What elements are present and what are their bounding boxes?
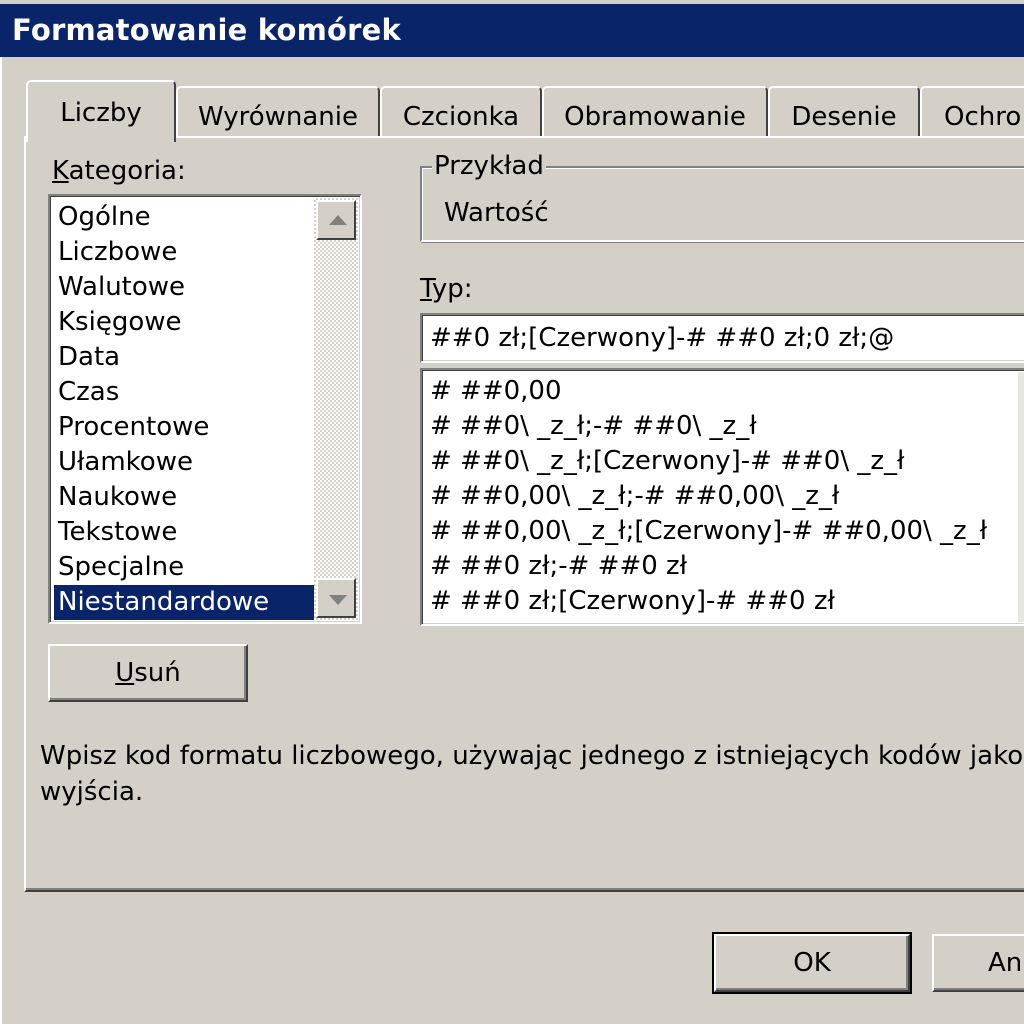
- tab-obramowanie[interactable]: Obramowanie: [542, 86, 768, 138]
- list-item[interactable]: # ##0 zł;-# ##0 zł: [430, 549, 687, 584]
- ok-button[interactable]: OK: [712, 932, 912, 994]
- arrow-up-icon: [329, 215, 347, 225]
- type-listbox[interactable]: # ##0,00 # ##0\ _z_ł;-# ##0\ _z_ł # ##0\…: [420, 368, 1024, 626]
- category-scrollbar[interactable]: [314, 198, 358, 620]
- sample-groupbox: Przykład Wartość: [420, 151, 1024, 242]
- tab-label: Ochro: [944, 102, 1022, 132]
- list-item[interactable]: Naukowe: [54, 480, 316, 515]
- list-item-selected[interactable]: Niestandardowe: [54, 585, 316, 620]
- sample-value: Wartość: [444, 198, 549, 228]
- list-item[interactable]: # ##0,00\ _z_ł;[Czerwony]-# ##0,00\ _z_ł: [430, 514, 987, 549]
- list-item[interactable]: Specjalne: [54, 550, 316, 585]
- category-label: Kategoria:: [52, 156, 186, 186]
- scroll-down-button[interactable]: [316, 578, 356, 618]
- category-listbox[interactable]: Ogólne Liczbowe Walutowe Księgowe Data C…: [48, 194, 362, 624]
- list-item[interactable]: # ##0,00\ _z_ł;-# ##0,00\ _z_ł: [430, 479, 839, 514]
- window-title: Formatowanie komórek: [12, 13, 401, 47]
- format-description: Wpisz kod formatu liczbowego, używając j…: [40, 738, 1024, 810]
- list-item[interactable]: # ##0,00: [430, 374, 562, 409]
- delete-button[interactable]: Usuń: [48, 644, 248, 702]
- type-scrollbar[interactable]: [1018, 372, 1024, 622]
- cancel-button[interactable]: An: [932, 934, 1024, 992]
- tab-wyrownanie[interactable]: Wyrównanie: [176, 86, 380, 138]
- tab-czcionka[interactable]: Czcionka: [380, 86, 542, 138]
- type-label: Typ:: [420, 274, 473, 304]
- arrow-down-icon: [329, 595, 347, 605]
- tab-label: Czcionka: [402, 102, 520, 132]
- description-line: wyjścia.: [40, 777, 144, 807]
- tab-desenie[interactable]: Desenie: [768, 86, 920, 138]
- list-item[interactable]: # ##0 zł;[Czerwony]-# ##0 zł: [430, 584, 835, 619]
- window-frame: [0, 0, 4, 1024]
- tab-label: Desenie: [791, 102, 897, 132]
- type-input[interactable]: ##0 zł;[Czerwony]-# ##0 zł;0 zł;@: [420, 313, 1024, 363]
- scroll-up-button[interactable]: [316, 200, 356, 240]
- list-item[interactable]: Walutowe: [54, 270, 316, 305]
- tab-liczby[interactable]: Liczby: [26, 80, 176, 142]
- title-bar[interactable]: Formatowanie komórek: [0, 0, 1024, 57]
- list-item[interactable]: # ##0\ _z_ł;-# ##0\ _z_ł: [430, 409, 757, 444]
- tab-label: Obramowanie: [564, 102, 746, 132]
- tab-label: Wyrównanie: [197, 102, 359, 132]
- list-item[interactable]: Procentowe: [54, 410, 316, 445]
- list-item[interactable]: Tekstowe: [54, 515, 316, 550]
- tab-label: Liczby: [60, 98, 142, 128]
- type-input-value[interactable]: ##0 zł;[Czerwony]-# ##0 zł;0 zł;@: [430, 323, 894, 353]
- tab-ochrona[interactable]: Ochro: [920, 86, 1024, 138]
- list-item[interactable]: Księgowe: [54, 305, 316, 340]
- list-item[interactable]: Ogólne: [54, 200, 316, 235]
- list-item[interactable]: # ##0\ _z_ł;[Czerwony]-# ##0\ _z_ł: [430, 444, 904, 479]
- sample-legend: Przykład: [432, 151, 546, 181]
- list-item[interactable]: Data: [54, 340, 316, 375]
- list-item[interactable]: Czas: [54, 375, 316, 410]
- description-line: Wpisz kod formatu liczbowego, używając j…: [40, 741, 1024, 771]
- list-item[interactable]: Liczbowe: [54, 235, 316, 270]
- list-item[interactable]: Ułamkowe: [54, 445, 316, 480]
